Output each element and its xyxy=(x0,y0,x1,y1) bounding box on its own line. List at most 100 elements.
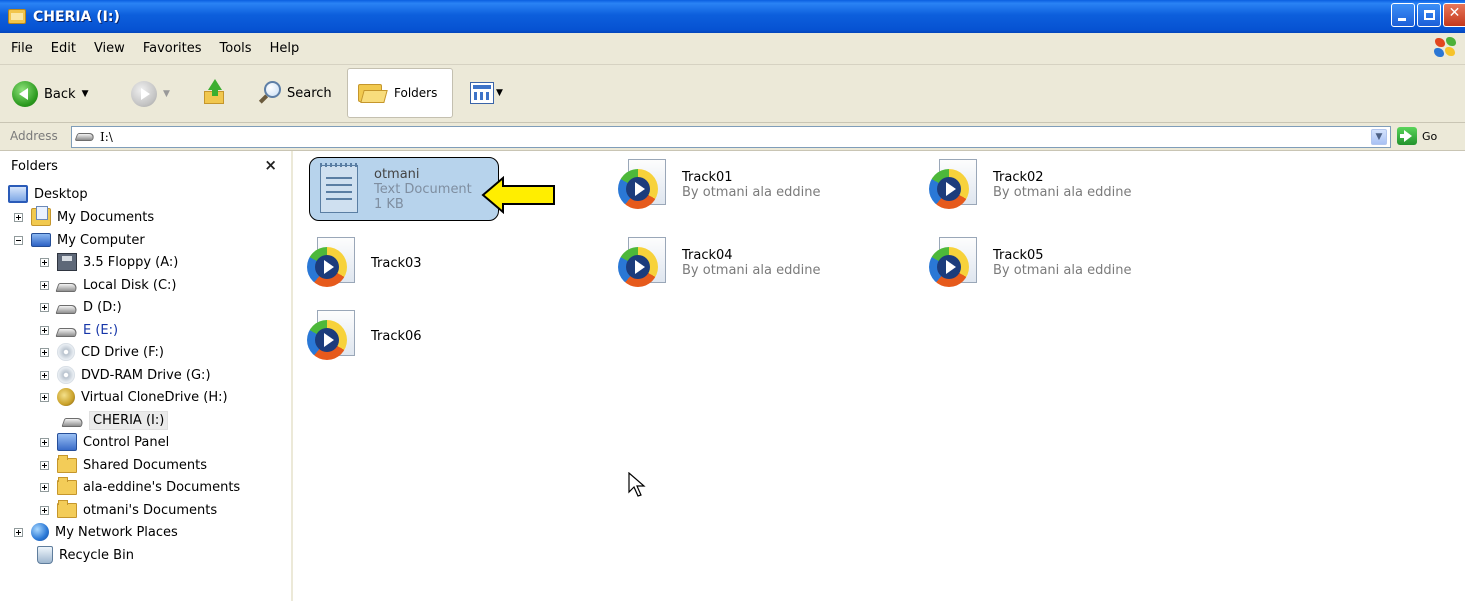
search-icon xyxy=(257,80,283,106)
menu-file[interactable]: File xyxy=(0,41,42,56)
menu-view[interactable]: View xyxy=(85,41,134,56)
tree-item-network-places[interactable]: My Network Places xyxy=(14,521,178,543)
hard-drive-icon xyxy=(55,304,79,314)
tree-item-desktop[interactable]: Desktop xyxy=(8,183,88,205)
tree-item-label: Shared Documents xyxy=(83,457,208,473)
go-button[interactable]: Go xyxy=(1397,127,1437,145)
tree-item-local-disk-c[interactable]: Local Disk (C:) xyxy=(40,274,176,296)
tree-item-floppy[interactable]: 3.5 Floppy (A:) xyxy=(40,251,178,273)
tree-item-shared-documents[interactable]: Shared Documents xyxy=(40,454,207,476)
address-input[interactable]: I:\ ▼ xyxy=(71,126,1391,148)
network-places-icon xyxy=(31,523,49,541)
file-item-track01[interactable]: Track01 By otmani ala eddine xyxy=(618,159,820,211)
expand-icon[interactable] xyxy=(40,392,49,402)
file-item-track05[interactable]: Track05 By otmani ala eddine xyxy=(929,237,1131,289)
address-label: Address xyxy=(10,129,58,143)
folder-icon xyxy=(57,476,77,495)
file-name: Track06 xyxy=(371,328,422,344)
expand-icon[interactable] xyxy=(40,257,49,267)
tree-item-control-panel[interactable]: Control Panel xyxy=(40,431,169,453)
file-name: Track02 xyxy=(993,170,1044,185)
maximize-button[interactable] xyxy=(1417,3,1441,27)
expand-icon[interactable] xyxy=(40,347,49,357)
mouse-cursor-icon xyxy=(628,472,646,497)
expand-icon[interactable] xyxy=(14,527,23,537)
tree-item-label: otmani's Documents xyxy=(83,502,218,518)
dvd-drive-icon xyxy=(57,366,75,384)
file-item-track06[interactable]: Track06 xyxy=(307,310,422,362)
menu-help[interactable]: Help xyxy=(261,41,309,56)
address-dropdown-icon[interactable]: ▼ xyxy=(1371,129,1387,145)
tree-item-virtual-clonedrive[interactable]: Virtual CloneDrive (H:) xyxy=(40,386,228,408)
toolbar: Back ▼ ▼ Search Folders ▼ xyxy=(0,65,1465,123)
menu-tools[interactable]: Tools xyxy=(211,41,261,56)
file-info: Track02 By otmani ala eddine xyxy=(993,170,1131,200)
folders-icon xyxy=(358,82,388,104)
file-info: otmani Text Document 1 KB xyxy=(374,167,472,212)
virtual-drive-icon xyxy=(57,388,75,406)
expand-icon[interactable] xyxy=(40,505,49,515)
media-file-icon xyxy=(929,159,981,211)
media-file-icon xyxy=(929,237,981,289)
tree-item-label: My Documents xyxy=(57,209,155,225)
up-button[interactable] xyxy=(203,79,227,105)
text-document-icon xyxy=(316,163,362,215)
tree-item-dvd-drive[interactable]: DVD-RAM Drive (G:) xyxy=(40,364,211,386)
forward-button[interactable]: ▼ xyxy=(131,81,170,107)
folder-up-icon xyxy=(203,79,227,105)
forward-dropdown-icon[interactable]: ▼ xyxy=(163,89,170,99)
expand-icon[interactable] xyxy=(40,302,49,312)
address-bar: Address I:\ ▼ Go xyxy=(0,123,1465,151)
tree-item-label: Virtual CloneDrive (H:) xyxy=(81,389,228,405)
tree-item-otmani-documents[interactable]: otmani's Documents xyxy=(40,499,217,521)
file-artist: By otmani ala eddine xyxy=(993,185,1132,200)
tree-item-drive-e[interactable]: E (E:) xyxy=(40,319,118,341)
file-type: Text Document xyxy=(374,181,472,197)
close-pane-icon[interactable]: × xyxy=(264,156,277,174)
tree-item-my-computer[interactable]: My Computer xyxy=(14,229,145,251)
window-title: CHERIA (I:) xyxy=(33,8,120,25)
folder-icon xyxy=(57,454,77,473)
minimize-button[interactable] xyxy=(1391,3,1415,27)
tree-item-drive-d[interactable]: D (D:) xyxy=(40,296,122,318)
views-button[interactable]: ▼ xyxy=(470,82,503,104)
file-info: Track05 By otmani ala eddine xyxy=(993,248,1131,278)
tree-item-cd-drive[interactable]: CD Drive (F:) xyxy=(40,341,164,363)
tree-item-recycle-bin[interactable]: Recycle Bin xyxy=(37,544,134,566)
tree-item-label: CD Drive (F:) xyxy=(81,344,165,360)
file-item-track03[interactable]: Track03 xyxy=(307,237,422,289)
address-value: I:\ xyxy=(100,130,113,144)
go-arrow-icon xyxy=(1397,127,1417,145)
close-button[interactable]: ✕ xyxy=(1443,3,1465,27)
tree-item-label: D (D:) xyxy=(83,299,122,315)
tree-item-cheria[interactable]: CHERIA (I:) xyxy=(61,409,169,431)
tree-item-label: ala-eddine's Documents xyxy=(83,479,241,495)
search-button[interactable]: Search xyxy=(257,80,332,106)
expand-icon[interactable] xyxy=(14,212,23,222)
expand-icon[interactable] xyxy=(40,460,49,470)
expand-icon[interactable] xyxy=(40,280,49,290)
menu-edit[interactable]: Edit xyxy=(42,41,85,56)
back-dropdown-icon[interactable]: ▼ xyxy=(82,89,89,99)
folders-button[interactable]: Folders xyxy=(347,68,453,118)
menu-favorites[interactable]: Favorites xyxy=(134,41,211,56)
file-item-track04[interactable]: Track04 By otmani ala eddine xyxy=(618,237,820,289)
search-label: Search xyxy=(287,85,332,101)
file-artist: By otmani ala eddine xyxy=(682,263,821,278)
expand-icon[interactable] xyxy=(40,437,49,447)
tree-item-label: E (E:) xyxy=(83,322,119,338)
tree-item-my-documents[interactable]: My Documents xyxy=(14,206,154,228)
back-button[interactable]: Back ▼ xyxy=(12,81,88,107)
go-label: Go xyxy=(1422,129,1438,143)
views-dropdown-icon[interactable]: ▼ xyxy=(496,88,503,98)
window-controls: ✕ xyxy=(1391,3,1465,27)
tree-item-label: CHERIA (I:) xyxy=(89,410,169,430)
file-item-track02[interactable]: Track02 By otmani ala eddine xyxy=(929,159,1131,211)
collapse-icon[interactable] xyxy=(14,235,23,245)
tree-item-ala-eddine-documents[interactable]: ala-eddine's Documents xyxy=(40,476,240,498)
expand-icon[interactable] xyxy=(40,482,49,492)
tree-item-label: Desktop xyxy=(34,186,88,202)
file-item-otmani[interactable]: otmani Text Document 1 KB xyxy=(309,157,499,221)
expand-icon[interactable] xyxy=(40,325,49,335)
expand-icon[interactable] xyxy=(40,370,49,380)
